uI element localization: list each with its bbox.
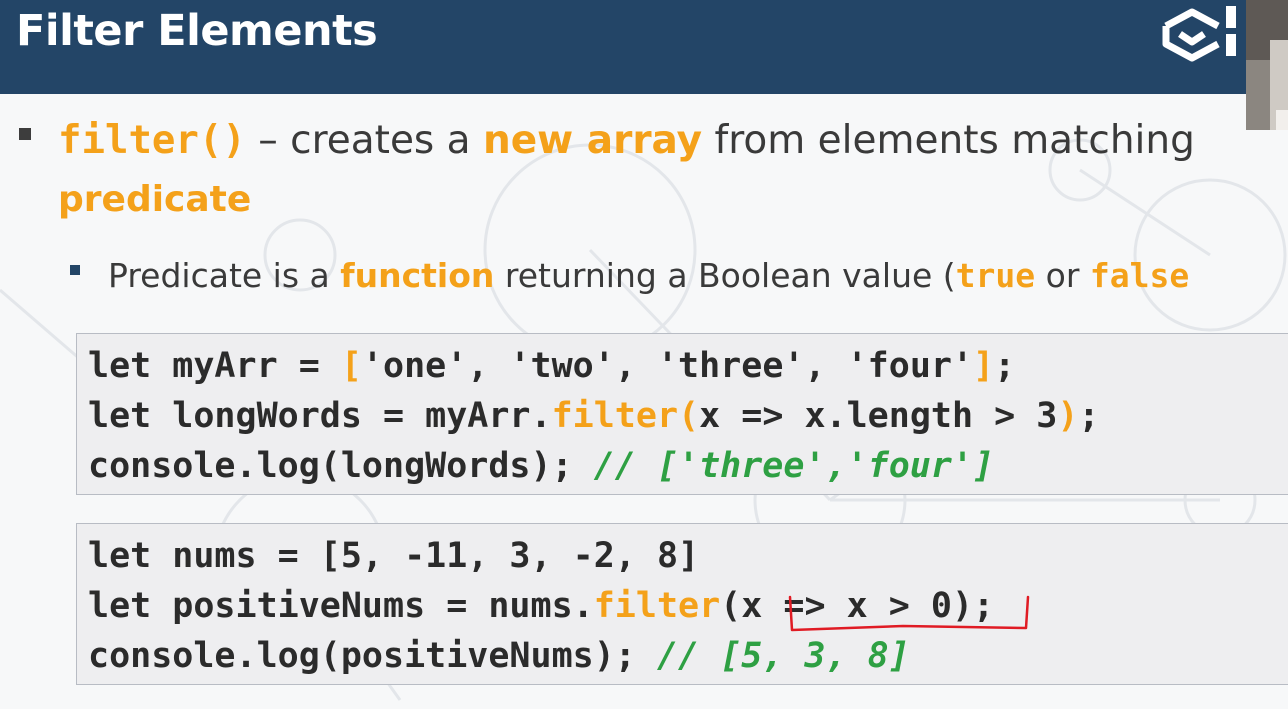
code-comment: // [5, 3, 8]	[656, 636, 910, 676]
code-line: console.log(longWords); // ['three','fou…	[88, 441, 994, 491]
cube-logo-icon	[1162, 6, 1236, 62]
bullet-filter-description: filter() – creates a new array from elem…	[58, 113, 1195, 169]
code-line: let longWords = myArr.filter(x => x.leng…	[88, 391, 1100, 441]
code-comment: // ['three','four']	[593, 446, 995, 486]
keyword-true: true	[955, 256, 1036, 295]
bullet-marker	[19, 128, 31, 140]
code-token: ;	[994, 346, 1016, 386]
code-token: ;	[1078, 396, 1100, 436]
code-line: let myArr = ['one', 'two', 'three', 'fou…	[88, 341, 1015, 391]
slide-title: Filter Elements	[16, 6, 378, 56]
sub-bullet-marker	[70, 265, 80, 275]
code-token: console.log(longWords);	[88, 446, 594, 486]
code-line: console.log(positiveNums); // [5, 3, 8]	[88, 631, 910, 681]
code-line: let nums = [5, -11, 3, -2, 8]	[88, 536, 700, 576]
webcam-overlay	[1246, 0, 1288, 130]
text-segment: returning a Boolean value (	[494, 256, 956, 295]
highlight-new-array: new array	[482, 118, 703, 163]
code-token: x => x.length > 3	[699, 396, 1058, 436]
code-token: let longWords = myArr.	[88, 396, 552, 436]
code-token: filter(	[551, 396, 700, 436]
code-token: (x => x > 0);	[720, 586, 995, 626]
code-token: 'one', 'two', 'three', 'four'	[361, 346, 974, 386]
code-line: let positiveNums = nums.filter(x => x > …	[88, 581, 994, 631]
slide-header: Filter Elements	[0, 0, 1288, 94]
code-block-words: let myArr = ['one', 'two', 'three', 'fou…	[76, 333, 1288, 495]
code-token: [	[340, 346, 362, 386]
code-token: console.log(positiveNums);	[88, 636, 657, 676]
text-segment: Predicate is a	[108, 256, 341, 295]
code-token: filter	[593, 586, 721, 626]
code-token: ]	[973, 346, 995, 386]
highlight-function: function	[340, 256, 495, 295]
code-block-numbers: let nums = [5, -11, 3, -2, 8] let positi…	[76, 523, 1288, 685]
filter-method-name: filter()	[58, 118, 246, 163]
text-segment: – creates a	[245, 118, 483, 163]
code-token: let myArr =	[88, 346, 341, 386]
highlight-predicate: predicate	[58, 179, 252, 220]
code-token: )	[1057, 396, 1079, 436]
keyword-false: false	[1089, 256, 1190, 295]
sub-bullet-predicate: Predicate is a function returning a Bool…	[108, 252, 1189, 300]
text-segment: from elements matching	[702, 118, 1195, 163]
code-token: let positiveNums = nums.	[88, 586, 594, 626]
text-segment: or	[1035, 256, 1090, 295]
